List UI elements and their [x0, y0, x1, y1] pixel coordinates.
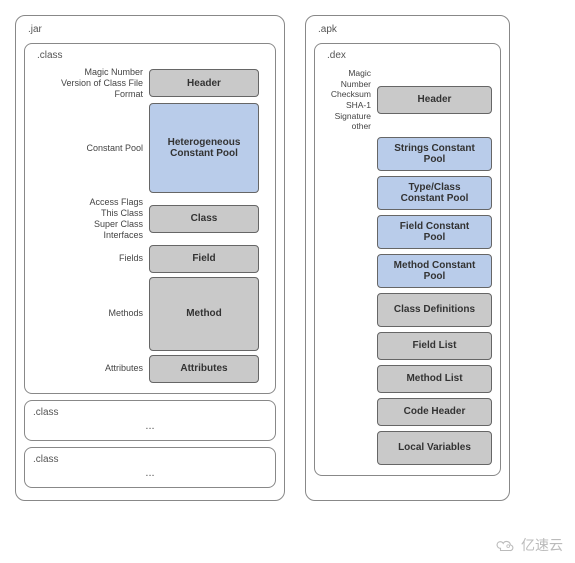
apk-row: Strings Constant Pool [323, 137, 492, 171]
field-block: Field [149, 245, 259, 273]
class-container: .class Magic Number Version of Class Fil… [24, 43, 276, 394]
jar-container: .jar .class Magic Number Version of Clas… [15, 15, 285, 501]
apk-row: Type/Class Constant Pool [323, 176, 492, 210]
code-header-block: Code Header [377, 398, 492, 426]
diagram-root: .jar .class Magic Number Version of Clas… [0, 0, 575, 516]
field-pool-block: Field Constant Pool [377, 215, 492, 249]
method-list-block: Method List [377, 365, 492, 393]
jar-row: Methods Method [33, 277, 267, 351]
jar-row: Magic Number Version of Class File Forma… [33, 67, 267, 99]
apk-label: .apk [314, 24, 501, 37]
apk-row: Method List [323, 365, 492, 393]
attributes-block: Attributes [149, 355, 259, 383]
class-extra-label: .class [33, 454, 59, 465]
jar-row: Constant Pool Heterogeneous Constant Poo… [33, 103, 267, 193]
strings-pool-block: Strings Constant Pool [377, 137, 492, 171]
apk-row: Code Header [323, 398, 492, 426]
side-label: Fields [33, 253, 143, 264]
cloud-icon [495, 538, 517, 552]
jar-row: Access Flags This Class Super Class Inte… [33, 197, 267, 240]
side-label: Access Flags This Class Super Class Inte… [33, 197, 143, 240]
side-label: Constant Pool [33, 143, 143, 154]
field-list-block: Field List [377, 332, 492, 360]
side-label: Attributes [33, 363, 143, 374]
jar-row: Attributes Attributes [33, 355, 267, 383]
class-block: Class [149, 205, 259, 233]
class-def-block: Class Definitions [377, 293, 492, 327]
apk-row: Local Variables [323, 431, 492, 465]
dex-label: .dex [323, 50, 492, 63]
side-label: Magic Number Version of Class File Forma… [33, 67, 143, 99]
apk-row: Field Constant Pool [323, 215, 492, 249]
apk-row: Class Definitions [323, 293, 492, 327]
watermark: 亿速云 [495, 535, 563, 555]
method-block: Method [149, 277, 259, 351]
type-pool-block: Type/Class Constant Pool [377, 176, 492, 210]
apk-row: Field List [323, 332, 492, 360]
dex-header-block: Header [377, 86, 492, 114]
apk-row: Magic Number Checksum SHA-1 Signature ot… [323, 68, 492, 132]
jar-row: Fields Field [33, 245, 267, 273]
apk-row: Method Constant Pool [323, 254, 492, 288]
ellipsis: ... [145, 465, 154, 481]
method-pool-block: Method Constant Pool [377, 254, 492, 288]
class-extra: .class ... [24, 400, 276, 441]
local-vars-block: Local Variables [377, 431, 492, 465]
class-extra-label: .class [33, 407, 59, 418]
header-block: Header [149, 69, 259, 97]
side-label: Methods [33, 308, 143, 319]
class-extra: .class ... [24, 447, 276, 488]
side-label: Magic Number Checksum SHA-1 Signature ot… [323, 68, 371, 132]
watermark-text: 亿速云 [521, 535, 563, 555]
constant-pool-block: Heterogeneous Constant Pool [149, 103, 259, 193]
class-label: .class [33, 50, 267, 63]
ellipsis: ... [145, 418, 154, 434]
apk-container: .apk .dex Magic Number Checksum SHA-1 Si… [305, 15, 510, 501]
dex-container: .dex Magic Number Checksum SHA-1 Signatu… [314, 43, 501, 476]
jar-label: .jar [24, 24, 276, 37]
